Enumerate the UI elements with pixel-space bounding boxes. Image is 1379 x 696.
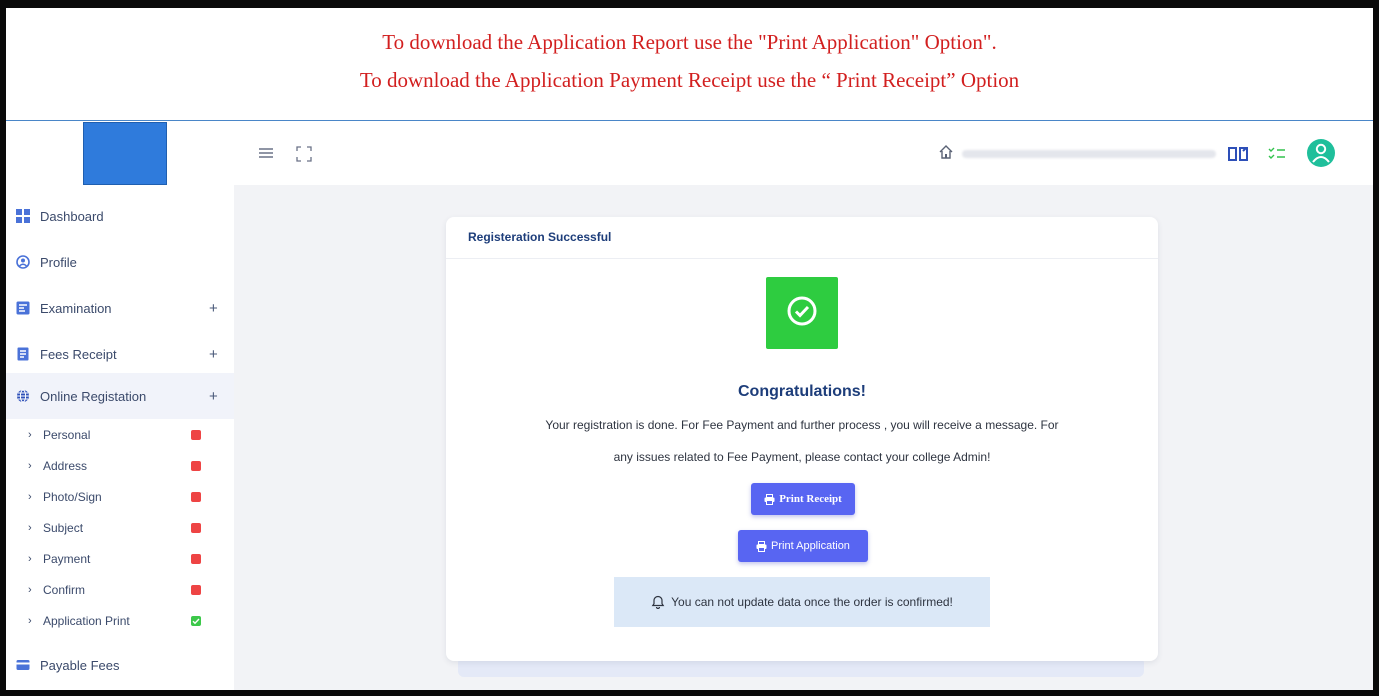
status-incomplete-icon — [191, 491, 201, 502]
chevron-right-icon: › — [28, 583, 32, 596]
receipt-icon — [16, 347, 30, 361]
chevron-right-icon: › — [28, 614, 32, 627]
subitem-label: Address — [43, 458, 88, 473]
subitem-payment[interactable]: › Payment — [6, 543, 234, 574]
expand-icon[interactable]: + — [209, 300, 218, 317]
subitem-address[interactable]: › Address — [6, 450, 234, 481]
sidebar-item-label: Payable Fees — [40, 657, 120, 673]
bell-icon — [651, 595, 665, 609]
expand-icon[interactable]: + — [209, 388, 218, 405]
book-icon[interactable] — [1228, 146, 1248, 167]
subitem-photo-sign[interactable]: › Photo/Sign — [6, 481, 234, 512]
print-receipt-label: Print Receipt — [779, 493, 842, 505]
chevron-right-icon: › — [28, 459, 32, 472]
dashboard-icon — [16, 209, 30, 223]
sidebar: Dashboard Profile Examination + Fees Rec… — [6, 122, 234, 690]
subitem-application-print[interactable]: › Application Print — [6, 605, 234, 636]
sidebar-item-label: Profile — [40, 254, 77, 270]
expand-icon[interactable]: + — [209, 346, 218, 363]
notice-alert: You can not update data once the order i… — [614, 577, 990, 627]
user-avatar-icon[interactable] — [1306, 138, 1336, 173]
sidebar-item-label: Examination — [40, 300, 112, 316]
check-circle-icon — [786, 295, 818, 332]
registration-card: Registeration Successful Congratulations… — [446, 217, 1158, 661]
sidebar-item-label: Online Registation — [40, 388, 147, 404]
status-incomplete-icon — [191, 553, 201, 564]
college-logo[interactable] — [83, 122, 167, 185]
main-content: Registeration Successful Congratulations… — [234, 185, 1373, 690]
printer-icon — [756, 540, 767, 552]
print-application-label: Print Application — [771, 540, 850, 552]
card-icon — [16, 658, 30, 672]
status-incomplete-icon — [191, 522, 201, 533]
status-incomplete-icon — [191, 584, 201, 595]
chevron-right-icon: › — [28, 490, 32, 503]
sidebar-item-online-registation[interactable]: Online Registation + — [6, 373, 234, 419]
status-incomplete-icon — [191, 429, 201, 440]
subitem-personal[interactable]: › Personal — [6, 419, 234, 450]
subitem-subject[interactable]: › Subject — [6, 512, 234, 543]
success-badge — [766, 277, 838, 349]
college-name-blurred — [962, 150, 1216, 158]
subitem-confirm[interactable]: › Confirm — [6, 574, 234, 605]
sidebar-item-dashboard[interactable]: Dashboard — [6, 193, 234, 239]
status-incomplete-icon — [191, 460, 201, 471]
status-complete-icon — [191, 615, 201, 626]
subitem-label: Personal — [43, 427, 91, 442]
sidebar-item-label: Fees Receipt — [40, 346, 117, 362]
home-icon[interactable] — [938, 144, 954, 165]
checklist-icon[interactable] — [1268, 146, 1286, 167]
fullscreen-icon[interactable] — [296, 146, 312, 167]
sidebar-item-label: Dashboard — [40, 208, 104, 224]
card-header: Registeration Successful — [446, 217, 1158, 259]
print-application-button[interactable]: Print Application — [738, 530, 868, 562]
chevron-right-icon: › — [28, 428, 32, 441]
instruction-banner: To download the Application Report use t… — [6, 8, 1373, 121]
subitem-label: Confirm — [43, 582, 86, 597]
sidebar-item-examination[interactable]: Examination + — [6, 285, 234, 331]
examination-icon — [16, 301, 30, 315]
subitem-label: Photo/Sign — [43, 489, 102, 504]
message-line-1: Your registration is done. For Fee Payme… — [545, 418, 1059, 432]
congratulations-heading: Congratulations! — [738, 383, 866, 400]
printer-icon — [764, 493, 775, 505]
top-bar — [234, 122, 1373, 185]
globe-icon — [16, 389, 30, 403]
sidebar-item-payable-fees[interactable]: Payable Fees — [6, 642, 234, 688]
profile-icon — [16, 255, 30, 269]
card-title: Registeration Successful — [468, 230, 612, 244]
print-receipt-button[interactable]: Print Receipt — [751, 483, 855, 515]
hamburger-menu-icon[interactable] — [258, 146, 274, 165]
banner-line-1: To download the Application Report use t… — [382, 30, 997, 54]
notice-text: You can not update data once the order i… — [671, 595, 953, 609]
banner-line-2: To download the Application Payment Rece… — [359, 68, 1020, 92]
sidebar-item-profile[interactable]: Profile — [6, 239, 234, 285]
subitem-label: Payment — [43, 551, 91, 566]
chevron-right-icon: › — [28, 552, 32, 565]
message-line-2: any issues related to Fee Payment, pleas… — [613, 450, 991, 464]
subitem-label: Subject — [43, 520, 84, 535]
sidebar-item-fees-receipt[interactable]: Fees Receipt + — [6, 331, 234, 377]
screenshot-frame: To download the Application Report use t… — [0, 0, 1379, 696]
subitem-label: Application Print — [43, 613, 130, 628]
chevron-right-icon: › — [28, 521, 32, 534]
